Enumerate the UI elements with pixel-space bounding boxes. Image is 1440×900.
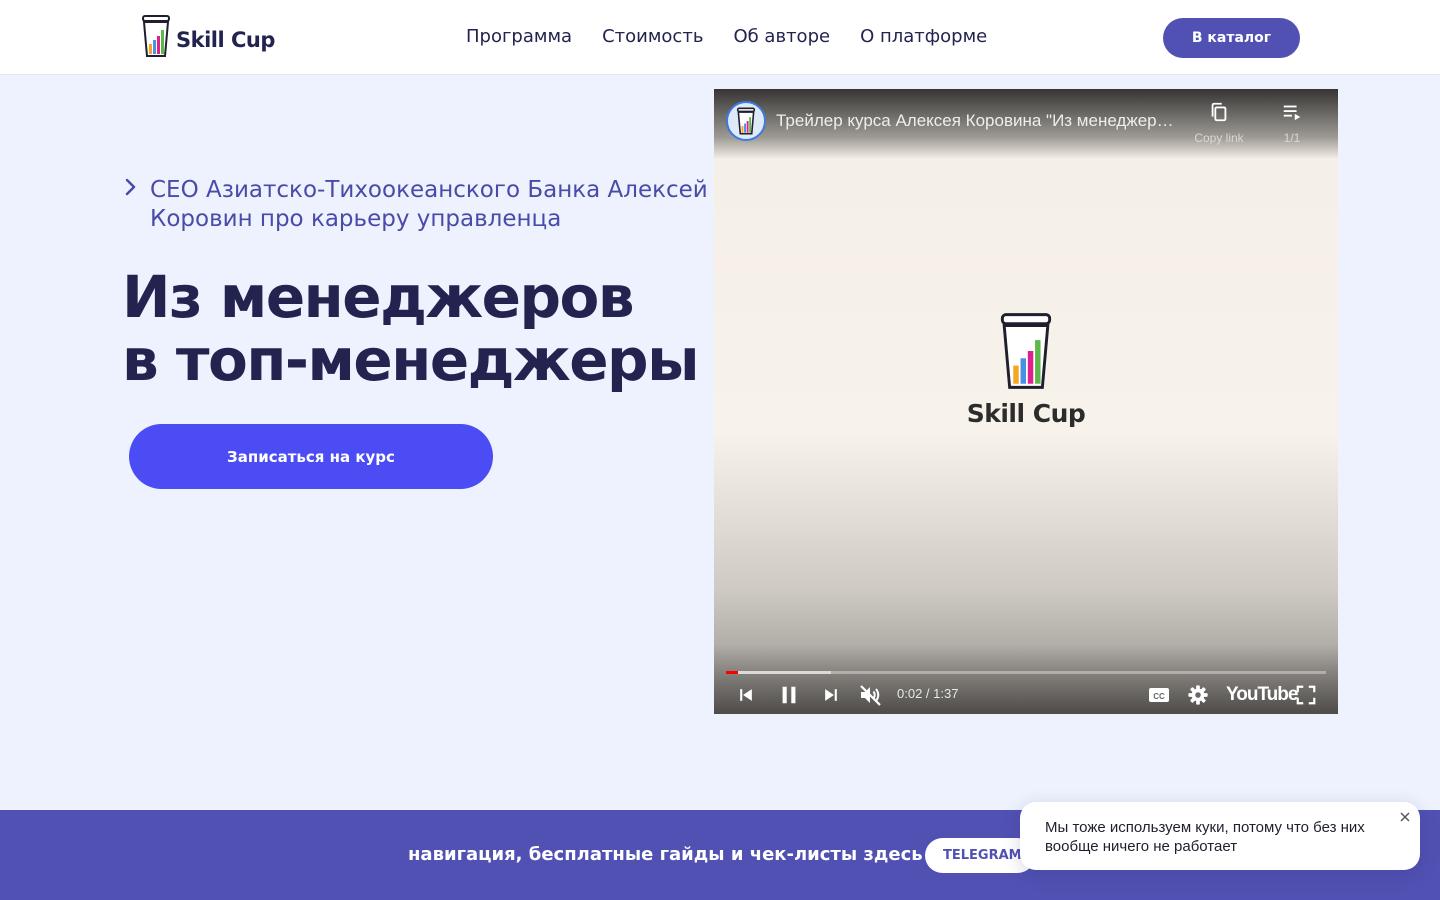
- hero-title: Из менеджеров в топ-менеджеры: [122, 266, 702, 392]
- logo-text: Skill Cup: [176, 28, 275, 52]
- copy-link-button[interactable]: Copy link: [1184, 101, 1254, 145]
- captions-icon: CC: [1149, 688, 1169, 702]
- banner-text: навигация, бесплатные гайды и чек-листы …: [408, 844, 923, 865]
- settings-icon: [1188, 685, 1208, 705]
- cookie-text: Мы тоже используем куки, потому что без …: [1045, 819, 1365, 855]
- cup-logo-icon: [736, 107, 756, 135]
- main-nav: Программа Стоимость Об авторе О платформ…: [466, 26, 987, 47]
- cookie-notice: Мы тоже используем куки, потому что без …: [1020, 802, 1420, 870]
- skip-next-icon: [825, 689, 837, 701]
- previous-button[interactable]: [736, 683, 756, 707]
- pause-button[interactable]: [778, 683, 800, 707]
- hero-title-line-2: в топ-менеджеры: [122, 326, 700, 394]
- nav-platform[interactable]: О платформе: [860, 26, 987, 47]
- logo[interactable]: Skill Cup: [140, 14, 275, 58]
- telegram-button[interactable]: TELEGRAM: [925, 838, 1035, 873]
- video-title[interactable]: Трейлер курса Алексея Коровина "Из менед…: [776, 111, 1180, 131]
- hero-subtitle: CEO Азиатско-Тихоокеанского Банка Алексе…: [150, 177, 708, 232]
- chevron-right-icon: [125, 178, 136, 196]
- settings-button[interactable]: [1187, 683, 1209, 707]
- video-center-logo-text: Skill Cup: [966, 399, 1086, 428]
- progress-played: [726, 671, 738, 674]
- playlist-icon: [1283, 105, 1301, 121]
- catalog-button[interactable]: В каталог: [1163, 18, 1300, 58]
- pause-icon: [782, 686, 796, 704]
- site-header: Skill Cup Программа Стоимость Об авторе …: [0, 0, 1440, 75]
- volume-muted-icon: [860, 685, 881, 706]
- nav-program[interactable]: Программа: [466, 26, 572, 47]
- progress-buffered: [726, 671, 831, 674]
- youtube-logo-button[interactable]: YouTube: [1226, 683, 1298, 707]
- next-button[interactable]: [821, 683, 841, 707]
- enroll-button[interactable]: Записаться на курс: [129, 424, 493, 489]
- fullscreen-icon: [1296, 685, 1316, 705]
- cup-logo-icon: [142, 15, 170, 57]
- cup-logo-icon: [1000, 313, 1052, 389]
- skip-previous-icon: [740, 689, 752, 701]
- captions-button[interactable]: CC: [1147, 683, 1171, 707]
- playlist-button[interactable]: 1/1: [1272, 101, 1312, 145]
- playlist-count: 1/1: [1283, 131, 1301, 145]
- channel-avatar[interactable]: [726, 101, 766, 141]
- nav-price[interactable]: Стоимость: [602, 26, 703, 47]
- fullscreen-button[interactable]: [1295, 683, 1317, 707]
- copy-link-label: Copy link: [1194, 131, 1244, 145]
- video-time: 0:02 / 1:37: [897, 686, 959, 701]
- hero-title-line-1: Из менеджеров: [122, 263, 635, 331]
- close-icon[interactable]: [1398, 810, 1412, 824]
- copy-icon: [1211, 102, 1227, 122]
- progress-bar[interactable]: [726, 671, 1326, 674]
- video-player[interactable]: Трейлер курса Алексея Коровина "Из менед…: [714, 89, 1338, 714]
- mute-button[interactable]: [858, 683, 884, 707]
- hero-subtitle-block: CEO Азиатско-Тихоокеанского Банка Алексе…: [124, 176, 710, 234]
- video-center-logo: Skill Cup: [960, 311, 1092, 428]
- svg-text:CC: CC: [1153, 692, 1165, 701]
- nav-author[interactable]: Об авторе: [733, 26, 830, 47]
